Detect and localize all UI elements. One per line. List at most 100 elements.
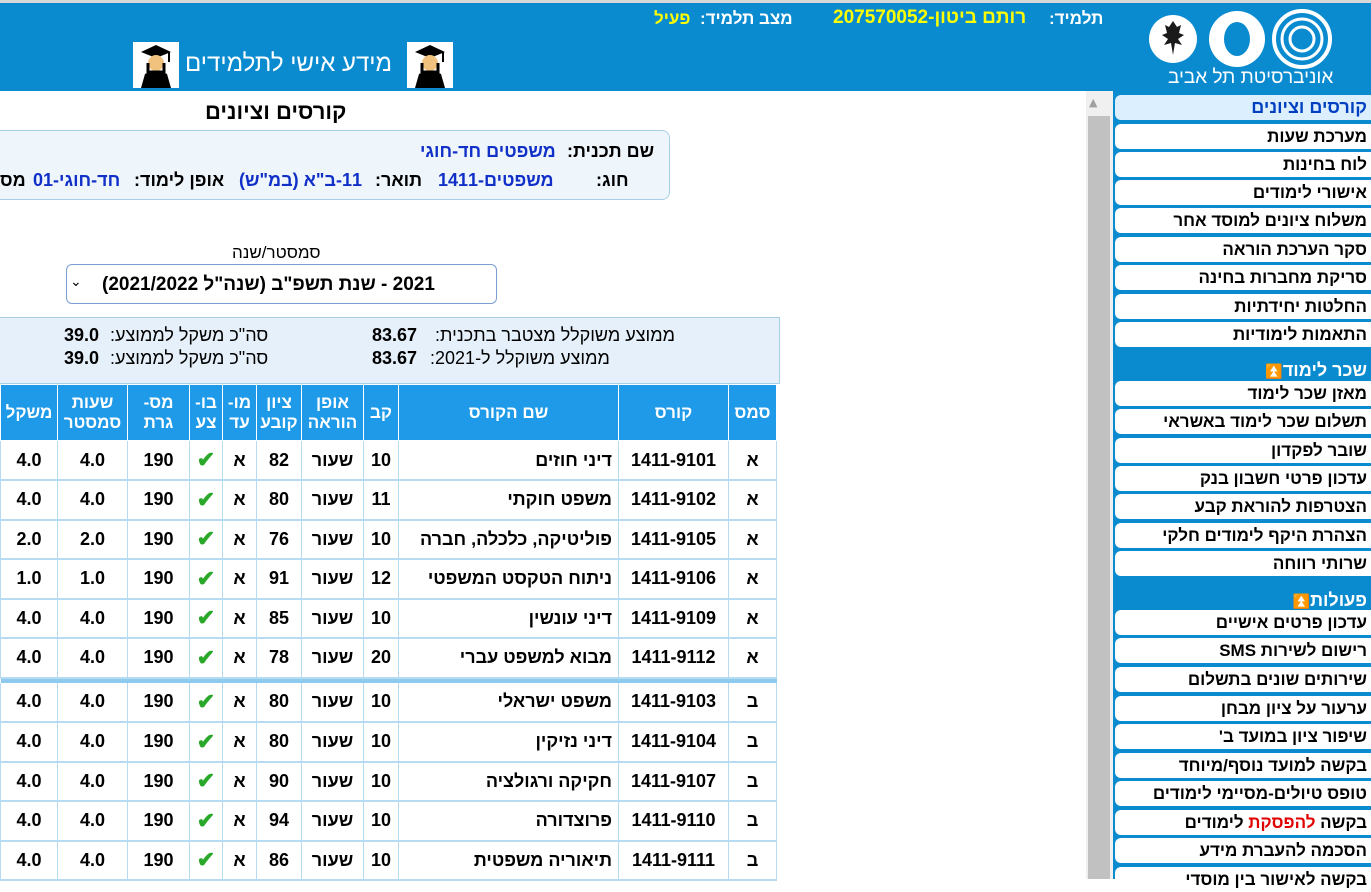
sidebar-item-sms[interactable]: רישום לשירות SMS	[1115, 638, 1371, 663]
table-row: 4.0 4.0 190 ✔ א 80 שעור 11 משפט חוקתי 1411-9102 א	[0, 480, 777, 521]
table-cell: משפט חוקתי	[398, 480, 619, 521]
weight-label: סה"כ משקל לממוצע:	[110, 348, 269, 368]
degree-label: תואר:	[375, 170, 422, 190]
table-cell: א	[728, 440, 777, 481]
sidebar-item-graduate-trips[interactable]: טופס טיולים-מסיימי לימודים	[1115, 781, 1371, 806]
semester-label: סמסטר/שנה	[232, 243, 321, 262]
table-cell: 1411-9102	[618, 480, 729, 521]
table-row: 4.0 4.0 190 ✔ א 86 שעור 10 תיאוריה משפטית 1411-91…	[0, 840, 777, 881]
table-cell: א	[222, 440, 257, 481]
sidebar-item-credit-payment[interactable]: תשלום שכר לימוד באשראי	[1115, 409, 1371, 434]
sidebar-item-exams[interactable]: לוח בחינות	[1115, 152, 1371, 177]
table-cell: 78	[256, 638, 302, 679]
table-cell: 10	[363, 598, 399, 639]
table-row: 2.0 2.0 190 ✔ א 76 שעור 10 פוליטיקה, כלכלה, חברה…	[0, 519, 777, 560]
table-cell: א	[728, 638, 777, 679]
avg-year-label: ממוצע משוקלל ל-2021:	[430, 348, 610, 368]
sidebar-item-bank-details[interactable]: עדכון פרטי חשבון בנק	[1115, 466, 1371, 491]
table-cell: 190	[127, 638, 190, 679]
table-cell: 10	[363, 840, 399, 881]
scroll-up-icon[interactable]: ▲	[1089, 96, 1097, 109]
table-cell: שעור	[301, 722, 364, 763]
sidebar-item-exam-scans[interactable]: סריקת מחברות בחינה	[1115, 265, 1371, 290]
grades-table: משקל שעות סמסטר מס- גרת בו- צע מו- עד צי…	[0, 384, 777, 881]
sidebar-item-grade-appeal[interactable]: ערעור על ציון מבחן	[1115, 696, 1371, 721]
sidebar-item-tuition-balance[interactable]: מאזן שכר לימוד	[1115, 381, 1371, 406]
table-cell: 4.0	[57, 480, 128, 521]
table-cell: 1411-9109	[618, 598, 729, 639]
sidebar-item-update-details[interactable]: עדכון פרטים אישיים	[1115, 610, 1371, 635]
table-row: 4.0 4.0 190 ✔ א 80 שעור 10 משפט ישראלי 1411-9103 ב	[0, 682, 777, 723]
table-cell: שעור	[301, 519, 364, 560]
table-cell: 1411-9101	[618, 440, 729, 481]
sidebar-item-courses-grades[interactable]: קורסים וציונים	[1115, 95, 1371, 120]
table-cell: א	[222, 682, 257, 723]
table-cell: ב	[728, 761, 777, 802]
semester-value: 2021 - שנת תשפ"ב (שנה"ל 2021/2022)	[102, 274, 435, 295]
sidebar-item-stop-studies[interactable]: בקשה להפסקת לימודים	[1115, 810, 1371, 835]
table-cell: 4.0	[57, 440, 128, 481]
table-cell: חקיקה ורגולציה	[398, 761, 619, 802]
table-cell: 4.0	[0, 682, 58, 723]
col-group: קב	[363, 384, 399, 441]
sidebar-item-extra-exam[interactable]: בקשה למועד נוסף/מיוחד	[1115, 753, 1371, 778]
sidebar-item-improve-grade[interactable]: שיפור ציון במועד ב'	[1115, 724, 1371, 749]
sidebar-item-welfare[interactable]: שרותי רווחה	[1115, 551, 1371, 576]
done-cell: ✔	[189, 480, 223, 521]
table-cell: 4.0	[57, 682, 128, 723]
table-cell: 76	[256, 519, 302, 560]
table-cell: 4.0	[0, 840, 58, 881]
table-cell: א	[728, 598, 777, 639]
done-cell: ✔	[189, 801, 223, 842]
table-cell: 190	[127, 519, 190, 560]
table-cell: 86	[256, 840, 302, 881]
sidebar-item-info-consent[interactable]: הסכמה להעברת מידע	[1115, 838, 1371, 863]
table-cell: 2.0	[0, 519, 58, 560]
table-cell: א	[222, 638, 257, 679]
table-row: 4.0 4.0 190 ✔ א 85 שעור 10 דיני עונשין 1411-9109 א	[0, 598, 777, 639]
sidebar-item-study-confirmations[interactable]: אישורי לימודים	[1115, 180, 1371, 205]
sidebar-item-inter-institution[interactable]: בקשה לאישור בין מוסדי	[1115, 867, 1371, 892]
sidebar-item-timetable[interactable]: מערכת שעות	[1115, 124, 1371, 149]
table-cell: שעור	[301, 840, 364, 881]
col-semester-hours: שעות סמסטר	[57, 384, 128, 441]
table-cell: שעור	[301, 801, 364, 842]
check-icon: ✔	[196, 526, 216, 552]
table-row: 1.0 1.0 190 ✔ א 91 שעור 12 ניתוח הטקסט המשפטי 141…	[0, 559, 777, 600]
sidebar-item-standing-order[interactable]: הצטרפות להוראת קבע	[1115, 494, 1371, 519]
university-logo[interactable]: אוניברסיטת תל אביב	[1140, 3, 1340, 91]
sidebar-section-tuition[interactable]: שכר לימוד⏫	[1115, 359, 1371, 381]
done-cell: ✔	[189, 598, 223, 639]
table-cell: 1.0	[57, 559, 128, 600]
sidebar-item-deposit-voucher[interactable]: שובר לפקדון	[1115, 438, 1371, 463]
scroll-thumb[interactable]	[1088, 116, 1110, 879]
sidebar-item-send-grades[interactable]: משלוח ציונים למוסד אחר	[1115, 208, 1371, 233]
table-cell: א	[222, 559, 257, 600]
logo-text: אוניברסיטת תל אביב	[1168, 67, 1334, 88]
table-cell: 4.0	[57, 801, 128, 842]
graduate-icon	[133, 42, 179, 88]
table-cell: 1411-9105	[618, 519, 729, 560]
table-cell: 2.0	[57, 519, 128, 560]
sidebar-item-accommodations[interactable]: התאמות לימודיות	[1115, 322, 1371, 347]
table-cell: 1411-9112	[618, 638, 729, 679]
sidebar-section-actions[interactable]: פעולות⏫	[1115, 589, 1371, 611]
table-cell: שעור	[301, 682, 364, 723]
check-icon: ✔	[196, 807, 216, 833]
table-cell: א	[222, 598, 257, 639]
sidebar-item-unit-decisions[interactable]: החלטות יחידתיות	[1115, 294, 1371, 319]
program-value: משפטים חד-חוגי	[420, 141, 556, 161]
sidebar-item-partial-study[interactable]: הצהרת היקף לימודים חלקי	[1115, 523, 1371, 548]
done-cell: ✔	[189, 519, 223, 560]
graduate-icon	[407, 42, 453, 88]
chevron-down-icon[interactable]: ⌄	[70, 274, 82, 290]
check-icon: ✔	[196, 644, 216, 670]
sidebar-item-paid-services[interactable]: שירותים שונים בתשלום	[1115, 667, 1371, 692]
table-cell: 4.0	[57, 722, 128, 763]
sidebar-item-teaching-survey[interactable]: סקר הערכת הוראה	[1115, 237, 1371, 262]
student-value: 207570052-רותם ביטון	[833, 7, 1027, 28]
stop-pre: בקשה	[1315, 813, 1367, 832]
table-cell: 190	[127, 722, 190, 763]
check-icon: ✔	[196, 688, 216, 714]
table-cell: 10	[363, 519, 399, 560]
